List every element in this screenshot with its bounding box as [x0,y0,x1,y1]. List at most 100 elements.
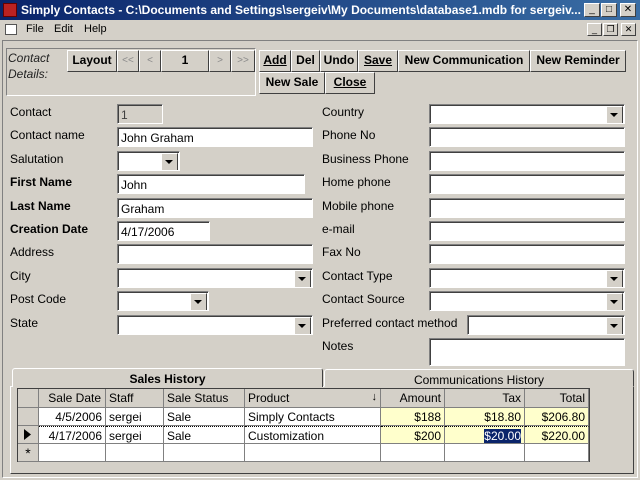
minimize-icon[interactable]: _ [584,3,600,17]
mobile-phone-label: Mobile phone [322,199,395,213]
table-cell[interactable]: sergei [106,408,164,426]
table-cell-new[interactable] [245,444,381,462]
table-cell-new[interactable] [381,444,445,462]
new-reminder-button[interactable]: New Reminder [530,50,626,72]
col-sale-date[interactable]: Sale Date [39,389,106,408]
last-name-field[interactable]: Graham [117,198,313,218]
phone-no-field[interactable] [429,127,625,147]
city-select[interactable] [117,268,313,288]
col-staff[interactable]: Staff [106,389,164,408]
first-record-button[interactable]: << [117,50,139,72]
fax-no-field[interactable] [429,244,625,264]
grid-corner [18,389,39,408]
table-cell-selected[interactable]: $20.00 [445,426,525,444]
col-total[interactable]: Total [525,389,589,408]
first-name-field[interactable]: John [117,174,305,194]
new-communication-button[interactable]: New Communication [398,50,530,72]
menu-help[interactable]: Help [84,23,107,35]
save-button[interactable]: Save [358,50,398,72]
table-cell-new[interactable] [39,444,106,462]
city-label: City [10,269,31,283]
table-cell[interactable]: Simply Contacts [245,408,381,426]
new-sale-button[interactable]: New Sale [259,72,325,94]
prev-record-button[interactable]: < [139,50,161,72]
window-title: Simply Contacts - C:\Documents and Setti… [21,3,581,17]
salutation-select[interactable] [117,151,180,171]
table-cell[interactable]: $18.80 [445,408,525,426]
menu-edit[interactable]: Edit [54,23,73,35]
col-sale-status[interactable]: Sale Status [164,389,245,408]
table-cell[interactable]: $200 [381,426,445,444]
row-selector-current[interactable] [18,426,39,444]
country-label: Country [322,105,365,119]
selected-value: $20.00 [484,429,521,443]
creation-date-field[interactable]: 4/17/2006 [117,221,210,241]
add-button[interactable]: Add [259,50,291,72]
home-phone-field[interactable] [429,174,625,194]
new-row-marker[interactable]: * [18,444,39,462]
menu-file[interactable]: File [26,23,44,35]
preferred-method-select[interactable] [467,315,625,335]
chevron-down-icon[interactable] [161,153,178,170]
close-icon[interactable]: ✕ [620,3,636,17]
chevron-down-icon[interactable] [606,317,623,334]
table-cell[interactable]: 4/17/2006 [39,426,106,444]
table-cell-new[interactable] [164,444,245,462]
table-cell[interactable]: sergei [106,426,164,444]
table-cell-new[interactable] [106,444,164,462]
next-record-button[interactable]: > [209,50,231,72]
table-cell[interactable]: Sale [164,426,245,444]
contact-source-select[interactable] [429,291,625,311]
col-amount[interactable]: Amount [381,389,445,408]
layout-button[interactable]: Layout [67,50,117,72]
chevron-down-icon[interactable] [606,293,623,310]
contact-source-label: Contact Source [322,292,405,306]
address-label: Address [10,245,55,259]
chevron-down-icon[interactable] [190,293,207,310]
address-field[interactable] [117,244,313,264]
notes-field[interactable] [429,338,625,366]
delete-button[interactable]: Del [291,50,320,72]
last-record-button[interactable]: >> [231,50,255,72]
mdi-minimize-icon[interactable]: _ [587,23,602,36]
tab-sales-history[interactable]: Sales History [12,368,323,387]
table-cell[interactable]: Customization [245,426,381,444]
table-cell-new[interactable] [445,444,525,462]
table-cell-new[interactable] [525,444,589,462]
chevron-down-icon[interactable] [606,270,623,287]
contact-label: Contact [10,105,52,119]
sort-arrow-icon: ↓ [371,391,378,403]
country-select[interactable] [429,104,625,124]
phone-no-label: Phone No [322,128,376,142]
record-number: 1 [161,50,209,72]
chevron-down-icon[interactable] [294,317,311,334]
mobile-phone-field[interactable] [429,198,625,218]
tab-communications-history[interactable]: Communications History [324,369,634,387]
contact-name-field[interactable]: John Graham [117,127,313,147]
row-selector[interactable] [18,408,39,426]
maximize-icon[interactable]: □ [601,3,617,17]
table-cell[interactable]: $206.80 [525,408,589,426]
current-row-arrow-icon [24,429,31,440]
mdi-close-icon[interactable]: ✕ [621,23,636,36]
post-code-select[interactable] [117,291,209,311]
business-phone-field[interactable] [429,151,625,171]
table-cell[interactable]: $220.00 [525,426,589,444]
col-product[interactable]: Product ↓ [245,389,381,408]
contact-id-field: 1 [117,104,163,124]
chevron-down-icon[interactable] [606,106,623,123]
table-cell[interactable]: $188 [381,408,445,426]
mdi-restore-icon[interactable]: ❐ [603,23,618,36]
table-cell[interactable]: Sale [164,408,245,426]
close-button[interactable]: Close [325,72,375,94]
contact-name-label: Contact name [10,128,85,142]
chevron-down-icon[interactable] [294,270,311,287]
form-icon[interactable] [5,24,17,35]
title-bar: Simply Contacts - C:\Documents and Setti… [0,0,640,20]
table-cell[interactable]: 4/5/2006 [39,408,106,426]
undo-button[interactable]: Undo [320,50,358,72]
email-field[interactable] [429,221,625,241]
state-select[interactable] [117,315,313,335]
contact-type-select[interactable] [429,268,625,288]
col-tax[interactable]: Tax [445,389,525,408]
